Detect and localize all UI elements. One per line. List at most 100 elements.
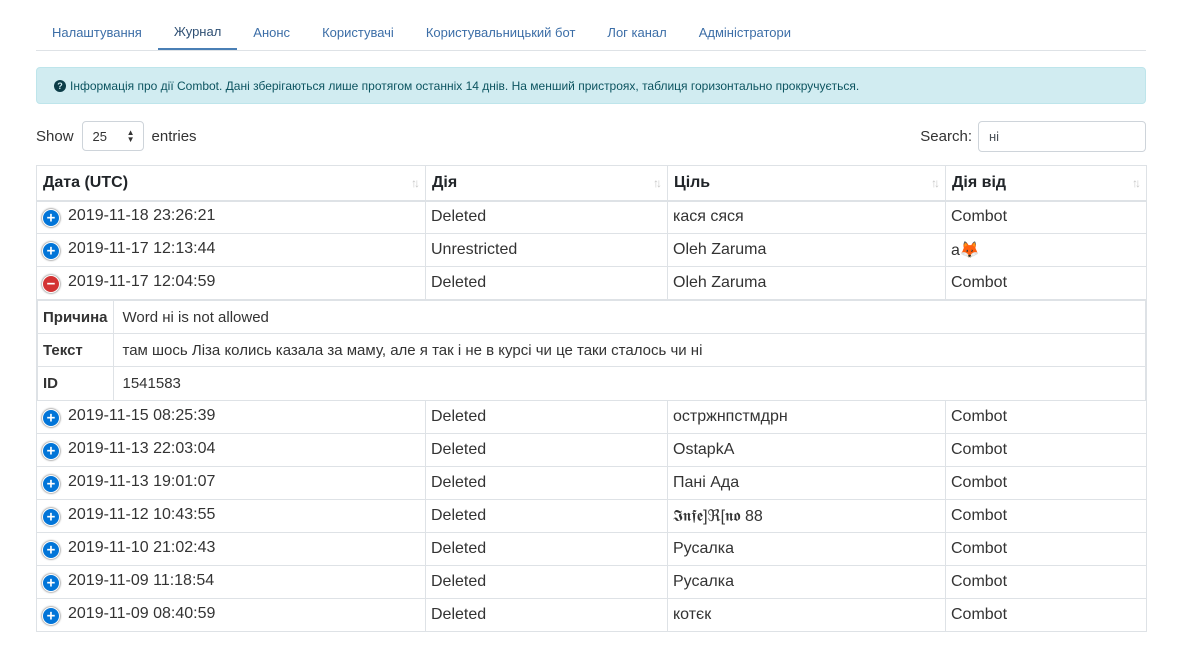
target-cell: Oleh Zaruma [667, 233, 946, 267]
column-header-action[interactable]: Дія ↑↓ [425, 165, 668, 202]
tab-journal[interactable]: Журнал [157, 14, 238, 50]
target-cell: остржнпстмдрн [667, 399, 946, 434]
column-header-target[interactable]: Ціль ↑↓ [667, 165, 946, 202]
log-table: Дата (UTC) ↑↓ Дія ↑↓ Ціль ↑↓ Дія від ↑↓ +201… [36, 165, 1147, 632]
target-cell: Русалка [667, 564, 946, 599]
tab-settings[interactable]: Налаштування [36, 14, 158, 50]
detail-reason-value: Word ні is not allowed [112, 300, 1146, 334]
action-by-cell: Combot [945, 531, 1147, 566]
action-by-cell: Combot [945, 266, 1147, 300]
detail-row-id: ID 1541583 [37, 366, 1146, 400]
date-cell: −2019-11-17 12:04:59 [36, 266, 426, 300]
sort-icon: ↑↓ [653, 176, 662, 190]
table-row: +2019-11-13 19:01:07 Deleted Пані Ада Co… [36, 465, 1147, 500]
table-row: +2019-11-15 08:25:39 Deleted остржнпстмд… [36, 399, 1147, 434]
table-row: +2019-11-09 08:40:59 Deleted котєк Combo… [36, 597, 1147, 632]
entries-label: entries [151, 127, 197, 145]
nav-tabs: Налаштування Журнал Анонс Користувачі Ко… [36, 14, 1146, 51]
column-header-date[interactable]: Дата (UTC) ↑↓ [36, 165, 426, 202]
detail-row-reason: Причина Word ні is not allowed [37, 300, 1146, 334]
entries-select-value: 25 [92, 128, 107, 144]
detail-id-value[interactable]: 1541583 [112, 366, 1146, 400]
target-cell: Русалка [667, 531, 946, 566]
action-by-cell: Combot [945, 465, 1147, 500]
date-cell: +2019-11-17 12:13:44 [36, 233, 426, 267]
table-header-row: Дата (UTC) ↑↓ Дія ↑↓ Ціль ↑↓ Дія від ↑↓ [36, 165, 1147, 202]
target-cell: Пані Ада [667, 465, 946, 500]
tab-log-channel[interactable]: Лог канал [591, 14, 682, 50]
expand-row-icon[interactable]: + [42, 408, 60, 427]
target-cell: 𝕴𝖓𝖋𝖊]ℜ[𝖓𝖔 88 [667, 498, 946, 533]
question-circle-icon: ? [54, 79, 66, 92]
tab-users[interactable]: Користувачі [306, 14, 410, 50]
search-input[interactable] [978, 120, 1146, 152]
target-cell: Oleh Zaruma [667, 266, 946, 300]
date-cell: +2019-11-09 11:18:54 [36, 564, 426, 599]
date-cell: +2019-11-13 22:03:04 [36, 432, 426, 467]
search-control: Search: [920, 120, 1146, 152]
detail-text-label: Текст [37, 333, 114, 367]
tab-announcement[interactable]: Анонс [237, 14, 306, 50]
select-arrows-icon: ▲ ▼ [126, 128, 135, 144]
action-by-cell: a🦊 [945, 233, 1147, 267]
action-by-cell: Combot [945, 498, 1147, 533]
entries-select[interactable]: 25 ▲ ▼ [81, 121, 144, 151]
show-label: Show [36, 127, 74, 145]
action-cell: Deleted [425, 564, 668, 599]
page: Налаштування Журнал Анонс Користувачі Ко… [0, 0, 1182, 667]
search-label: Search: [920, 127, 972, 145]
date-cell: +2019-11-18 23:26:21 [36, 200, 426, 234]
date-cell: +2019-11-13 19:01:07 [36, 465, 426, 500]
action-cell: Deleted [425, 200, 668, 234]
action-by-cell: Combot [945, 432, 1147, 467]
info-alert-text: Інформація про дії Combot. Дані зберігаю… [70, 78, 860, 93]
tab-custom-bot[interactable]: Користувальницький бот [410, 14, 592, 50]
sort-icon: ↑↓ [411, 176, 420, 190]
column-header-action-by[interactable]: Дія від ↑↓ [945, 165, 1147, 202]
date-cell: +2019-11-10 21:02:43 [36, 531, 426, 566]
action-cell: Deleted [425, 465, 668, 500]
target-cell: кася сяся [667, 200, 946, 234]
action-cell: Deleted [425, 432, 668, 467]
action-by-cell: Combot [945, 200, 1147, 234]
tab-administrators[interactable]: Адміністратори [683, 14, 807, 50]
expand-row-icon[interactable]: + [42, 507, 60, 526]
row-detail-cell: Причина Word ні is not allowed Текст там… [36, 299, 1147, 401]
collapse-row-icon[interactable]: − [42, 275, 60, 293]
table-row-expanded: −2019-11-17 12:04:59 Deleted Oleh Zaruma… [36, 266, 1147, 300]
action-cell: Deleted [425, 498, 668, 533]
table-row: +2019-11-10 21:02:43 Deleted Русалка Com… [36, 531, 1147, 566]
detail-row-text: Текст там шось Ліза колись казала за мам… [37, 333, 1146, 367]
action-cell: Deleted [425, 399, 668, 434]
target-cell: котєк [667, 597, 946, 632]
sort-icon: ↑↓ [1132, 176, 1141, 190]
table-row: +2019-11-09 11:18:54 Deleted Русалка Com… [36, 564, 1147, 599]
expand-row-icon[interactable]: + [42, 474, 60, 493]
sort-icon: ↑↓ [931, 176, 940, 190]
target-cell: OstapkA [667, 432, 946, 467]
entries-length-control: Show 25 ▲ ▼ entries [36, 120, 197, 152]
expand-row-icon[interactable]: + [42, 209, 60, 228]
table-row: +2019-11-17 12:13:44 Unrestricted Oleh Z… [36, 233, 1147, 267]
date-cell: +2019-11-12 10:43:55 [36, 498, 426, 533]
info-alert: ? Інформація про дії Combot. Дані зберіг… [36, 67, 1146, 104]
table-row: +2019-11-13 22:03:04 Deleted OstapkA Com… [36, 432, 1147, 467]
detail-text-value: там шось Ліза колись казала за маму, але… [112, 333, 1146, 367]
expand-row-icon[interactable]: + [42, 573, 60, 592]
detail-reason-label: Причина [37, 300, 114, 334]
expand-row-icon[interactable]: + [42, 242, 60, 260]
action-by-cell: Combot [945, 399, 1147, 434]
row-detail-table: Причина Word ні is not allowed Текст там… [37, 300, 1146, 400]
table-row: +2019-11-18 23:26:21 Deleted кася сяся C… [36, 200, 1147, 234]
detail-id-label: ID [37, 366, 114, 400]
action-cell: Deleted [425, 597, 668, 632]
expand-row-icon[interactable]: + [42, 441, 60, 460]
date-cell: +2019-11-09 08:40:59 [36, 597, 426, 632]
action-cell: Deleted [425, 266, 668, 300]
expand-row-icon[interactable]: + [42, 540, 60, 559]
row-detail: Причина Word ні is not allowed Текст там… [36, 299, 1147, 401]
action-by-cell: Combot [945, 597, 1147, 632]
action-by-cell: Combot [945, 564, 1147, 599]
date-cell: +2019-11-15 08:25:39 [36, 399, 426, 434]
expand-row-icon[interactable]: + [42, 606, 60, 625]
